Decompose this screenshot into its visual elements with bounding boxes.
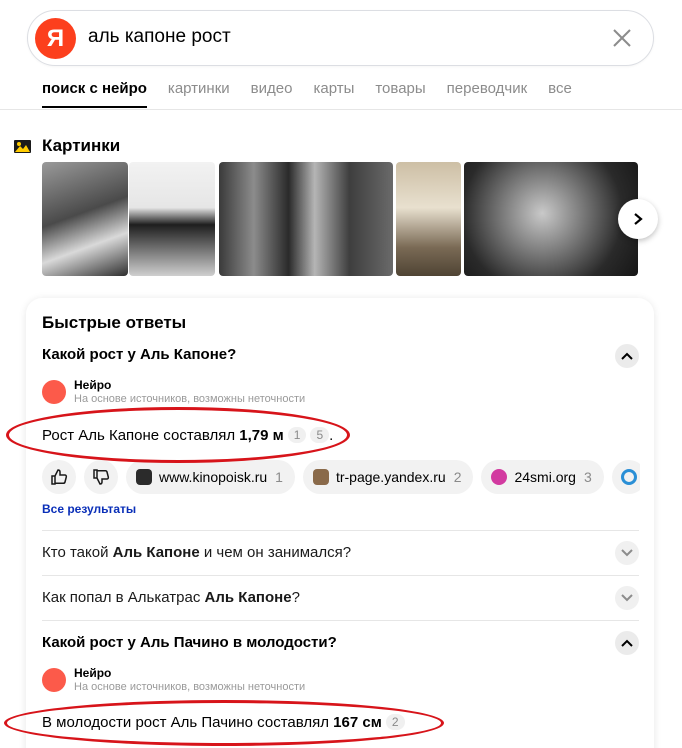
source-domain: 24smi.org	[514, 469, 576, 485]
chevron-up-icon	[621, 639, 633, 647]
image-thumbnail[interactable]	[219, 162, 393, 276]
reference-badge[interactable]: 5	[310, 427, 330, 443]
images-header: Картинки	[14, 136, 120, 156]
source-pill-24smi[interactable]: 24smi.org 3	[481, 460, 604, 494]
source-domain: tr-page.yandex.ru	[335, 469, 446, 485]
tr-page-icon	[312, 469, 329, 485]
tab-products[interactable]: товары	[375, 80, 425, 108]
divider	[42, 575, 639, 576]
neuro-disclaimer: На основе источников, возможны неточност…	[74, 681, 306, 693]
collapse-button[interactable]	[615, 344, 639, 368]
source-count: 1	[275, 469, 283, 485]
tab-neuro-search[interactable]: поиск с нейро	[42, 80, 147, 108]
yandex-logo[interactable]: Я	[35, 18, 76, 59]
more-sources[interactable]	[612, 460, 640, 494]
collapse-button[interactable]	[615, 631, 639, 655]
neuro-disclaimer: На основе источников, возможны неточност…	[74, 393, 306, 405]
answer-prefix: В молодости рост Аль Пачино составлял	[42, 714, 334, 731]
quick-answers-card: Быстрые ответы Какой рост у Аль Капоне? …	[26, 298, 654, 748]
answer-text: В молодости рост Аль Пачино составлял 16…	[42, 714, 405, 731]
source-count: 2	[453, 469, 462, 485]
answer-actions: www.kinopoisk.ru 1 tr-page.yandex.ru 2 2…	[42, 460, 612, 494]
neuro-name: Нейро	[74, 378, 112, 392]
source-pill-kinopoisk[interactable]: www.kinopoisk.ru 1	[126, 460, 295, 494]
source-count: 3	[583, 469, 592, 485]
source-domain: www.kinopoisk.ru	[159, 469, 268, 485]
image-gallery	[42, 162, 638, 276]
chevron-down-icon	[621, 594, 633, 602]
chevron-right-icon	[634, 213, 643, 225]
thumbs-down-icon	[93, 469, 110, 485]
answer-text: Рост Аль Капоне составлял 1,79 м15.	[42, 427, 333, 444]
neuro-attribution: Нейро На основе источников, возможны нет…	[42, 666, 305, 694]
neuro-avatar	[42, 668, 66, 692]
image-icon	[14, 139, 31, 153]
kinopoisk-icon	[136, 469, 152, 485]
image-thumbnail[interactable]	[129, 162, 215, 276]
question-heading[interactable]: Какой рост у Аль Пачино в молодости?	[42, 634, 337, 651]
reference-badge[interactable]: 2	[385, 714, 405, 730]
answer-suffix: .	[329, 427, 334, 444]
neuro-avatar	[42, 380, 66, 404]
divider	[42, 530, 639, 531]
answer-value: 167 см	[333, 714, 382, 731]
divider	[42, 620, 639, 621]
gallery-next-button[interactable]	[618, 199, 658, 239]
all-results-link[interactable]: Все результаты	[42, 502, 136, 516]
tabs-divider	[0, 109, 682, 110]
tab-all[interactable]: все	[548, 80, 572, 108]
neuro-attribution: Нейро На основе источников, возможны нет…	[42, 378, 305, 406]
thumbs-up-icon	[51, 469, 68, 485]
search-tabs: поиск с нейро картинки видео карты товар…	[42, 80, 593, 108]
images-title[interactable]: Картинки	[42, 136, 120, 156]
chevron-up-icon	[621, 352, 633, 360]
quick-answers-title: Быстрые ответы	[42, 313, 187, 332]
answer-prefix: Рост Аль Капоне составлял	[42, 427, 240, 444]
image-thumbnail[interactable]	[464, 162, 638, 276]
reference-badge[interactable]: 1	[287, 427, 307, 443]
like-button[interactable]	[42, 460, 76, 494]
source-pill-tr-page[interactable]: tr-page.yandex.ru 2	[302, 460, 474, 494]
expand-button[interactable]	[615, 586, 639, 610]
image-thumbnail[interactable]	[42, 162, 128, 276]
expand-button[interactable]	[615, 541, 639, 565]
tab-maps[interactable]: карты	[313, 80, 354, 108]
chevron-down-icon	[621, 549, 633, 557]
search-input[interactable]: аль капоне рост	[88, 26, 231, 48]
question-heading[interactable]: Какой рост у Аль Капоне?	[42, 346, 236, 363]
neuro-name: Нейро	[74, 666, 112, 680]
source-icon	[621, 469, 637, 485]
tab-translator[interactable]: переводчик	[447, 80, 527, 108]
24smi-icon	[491, 469, 508, 485]
tab-video[interactable]: видео	[251, 80, 293, 108]
related-question[interactable]: Как попал в Алькатрас Аль Капоне?	[42, 589, 300, 606]
search-bar[interactable]: Я аль капоне рост	[27, 10, 654, 66]
image-thumbnail[interactable]	[396, 162, 461, 276]
answer-value: 1,79 м	[239, 427, 284, 444]
close-icon[interactable]	[611, 27, 633, 49]
tab-images[interactable]: картинки	[168, 80, 230, 108]
dislike-button[interactable]	[84, 460, 118, 494]
related-question[interactable]: Кто такой Аль Капоне и чем он занимался?	[42, 544, 351, 561]
